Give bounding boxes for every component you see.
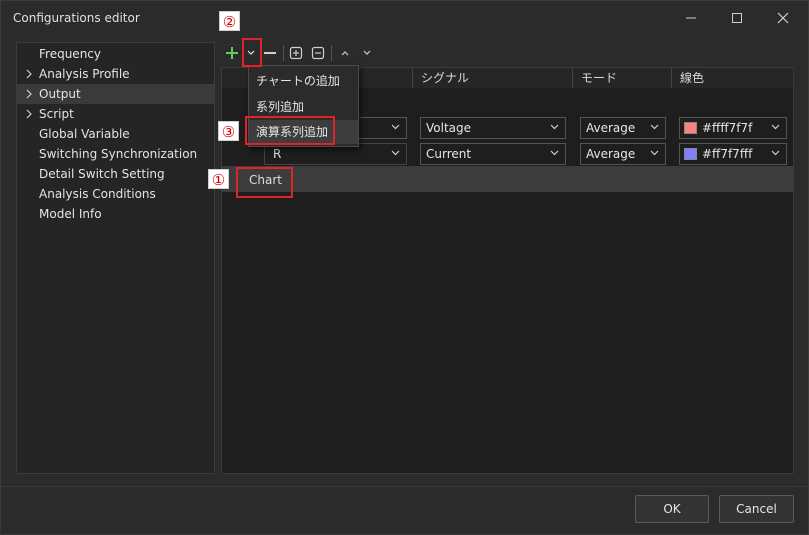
sidebar-item-frequency[interactable]: Frequency (17, 44, 214, 64)
highlight-box-dropdown (242, 38, 262, 67)
sidebar-item-output[interactable]: Output (17, 84, 214, 104)
close-button[interactable] (760, 1, 806, 35)
chart-row[interactable] (222, 166, 793, 192)
chevron-down-icon (391, 124, 400, 130)
column-header-signal[interactable]: シグナル (413, 68, 573, 88)
sidebar-item-model-info[interactable]: Model Info (17, 204, 214, 224)
chevron-right-icon[interactable] (24, 88, 34, 100)
expand-all-icon (289, 46, 303, 60)
chevron-down-icon (771, 150, 780, 156)
column-header-mode[interactable]: モード (573, 68, 672, 88)
title-bar: Configurations editor (1, 1, 808, 35)
cancel-button[interactable]: Cancel (719, 495, 794, 523)
chevron-down-icon (550, 150, 559, 156)
minimize-icon (686, 17, 696, 19)
remove-icon (264, 52, 276, 54)
chevron-down-icon (650, 124, 659, 130)
move-down-button[interactable] (359, 44, 375, 62)
sidebar-item-label: Detail Switch Setting (39, 167, 165, 181)
highlight-box-chart (236, 167, 293, 198)
column-header-label: 線色 (680, 71, 705, 85)
move-up-button[interactable] (337, 44, 353, 62)
sidebar-item-label: Model Info (39, 207, 102, 221)
close-icon (777, 12, 789, 24)
sidebar-item-label: Switching Synchronization (39, 147, 198, 161)
annotation-badge-2: ② (219, 11, 240, 31)
move-down-icon (363, 50, 371, 55)
column-header-label: シグナル (421, 71, 470, 85)
maximize-icon (732, 13, 742, 23)
chevron-down-icon (771, 124, 780, 130)
color-swatch (684, 148, 697, 160)
minimize-button[interactable] (668, 1, 714, 35)
chevron-down-icon (550, 124, 559, 130)
annotation-badge-3: ③ (218, 121, 239, 141)
sidebar-item-label: Global Variable (39, 127, 130, 141)
sidebar-item-detail-switch-setting[interactable]: Detail Switch Setting (17, 164, 214, 184)
expand-all-button[interactable] (288, 44, 304, 62)
mode-select[interactable]: Average (580, 117, 666, 139)
collapse-all-icon (311, 46, 325, 60)
ok-button[interactable]: OK (635, 495, 709, 523)
column-header-line-color[interactable]: 線色 (672, 68, 793, 88)
column-header-label: モード (581, 71, 618, 85)
sidebar-item-script[interactable]: Script (17, 104, 214, 124)
toolbar-separator (283, 45, 284, 61)
configurations-editor-window: Configurations editor Frequency Analysis… (0, 0, 809, 535)
window-title: Configurations editor (13, 11, 140, 25)
add-button[interactable] (223, 44, 241, 62)
sidebar-item-label: Analysis Profile (39, 67, 130, 81)
sidebar-item-switching-synchronization[interactable]: Switching Synchronization (17, 144, 214, 164)
add-icon (226, 47, 238, 59)
mode-select[interactable]: Average (580, 143, 666, 165)
signal-select[interactable]: Voltage (420, 117, 566, 139)
sidebar: Frequency Analysis Profile Output Script… (16, 42, 215, 474)
chevron-down-icon (391, 150, 400, 156)
chevron-right-icon[interactable] (24, 108, 34, 120)
maximize-button[interactable] (714, 1, 760, 35)
chevron-right-icon[interactable] (24, 68, 34, 80)
color-swatch (684, 122, 697, 134)
sidebar-item-label: Analysis Conditions (39, 187, 156, 201)
collapse-all-button[interactable] (310, 44, 326, 62)
sidebar-item-label: Output (39, 87, 81, 101)
sidebar-item-analysis-conditions[interactable]: Analysis Conditions (17, 184, 214, 204)
line-color-select[interactable]: #ff7f7fff (679, 143, 787, 165)
signal-select[interactable]: Current (420, 143, 566, 165)
sidebar-item-global-variable[interactable]: Global Variable (17, 124, 214, 144)
move-up-icon (341, 51, 349, 56)
remove-button[interactable] (262, 44, 278, 62)
highlight-box-computed-series (245, 116, 335, 145)
sidebar-item-label: Frequency (39, 47, 101, 61)
sidebar-item-label: Script (39, 107, 74, 121)
annotation-badge-1: ① (208, 169, 229, 189)
sidebar-item-analysis-profile[interactable]: Analysis Profile (17, 64, 214, 84)
toolbar-separator (331, 45, 332, 61)
chevron-down-icon (650, 150, 659, 156)
menu-item-add-chart[interactable]: チャートの追加 (249, 69, 358, 93)
line-color-select[interactable]: #ffff7f7f (679, 117, 787, 139)
